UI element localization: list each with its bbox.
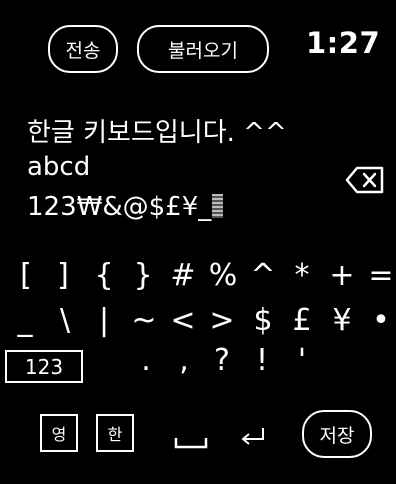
key[interactable]: •: [372, 303, 390, 338]
numeric-mode-button[interactable]: 123: [5, 350, 83, 383]
text-line: abcd: [27, 152, 91, 182]
key[interactable]: >: [209, 303, 234, 338]
key[interactable]: ': [298, 343, 306, 378]
key[interactable]: ,: [179, 343, 189, 378]
key[interactable]: {: [94, 258, 113, 293]
key[interactable]: *: [295, 258, 310, 293]
space-icon[interactable]: [174, 434, 208, 450]
key[interactable]: \: [60, 303, 70, 338]
key[interactable]: !: [256, 343, 268, 378]
key[interactable]: $: [253, 303, 272, 338]
key[interactable]: [: [20, 258, 32, 293]
key[interactable]: ^: [250, 258, 275, 293]
key[interactable]: £: [292, 303, 311, 338]
key[interactable]: #: [170, 258, 195, 293]
key[interactable]: <: [170, 303, 195, 338]
text-line-content: 123₩&@$£¥_: [27, 192, 212, 222]
load-button[interactable]: 불러오기: [137, 25, 269, 73]
enter-icon[interactable]: [238, 425, 268, 447]
key[interactable]: _: [18, 303, 33, 338]
key[interactable]: +: [329, 258, 354, 293]
key[interactable]: ?: [214, 343, 230, 378]
clock: 1:27: [306, 26, 381, 60]
key[interactable]: =: [368, 258, 393, 293]
key[interactable]: |: [99, 303, 109, 338]
send-button[interactable]: 전송: [48, 25, 118, 73]
key[interactable]: %: [209, 258, 238, 293]
key[interactable]: }: [133, 258, 152, 293]
backspace-icon[interactable]: [345, 165, 385, 195]
key[interactable]: ¥: [332, 303, 351, 338]
text-line: 123₩&@$£¥_: [27, 192, 224, 222]
key[interactable]: .: [141, 343, 151, 378]
text-cursor: [212, 194, 224, 218]
key[interactable]: ~: [131, 303, 156, 338]
text-line: 한글 키보드입니다. ^^: [27, 118, 287, 148]
korean-mode-button[interactable]: 한: [96, 414, 134, 452]
save-button[interactable]: 저장: [302, 410, 372, 458]
key[interactable]: ]: [57, 258, 69, 293]
english-mode-button[interactable]: 영: [40, 414, 78, 452]
